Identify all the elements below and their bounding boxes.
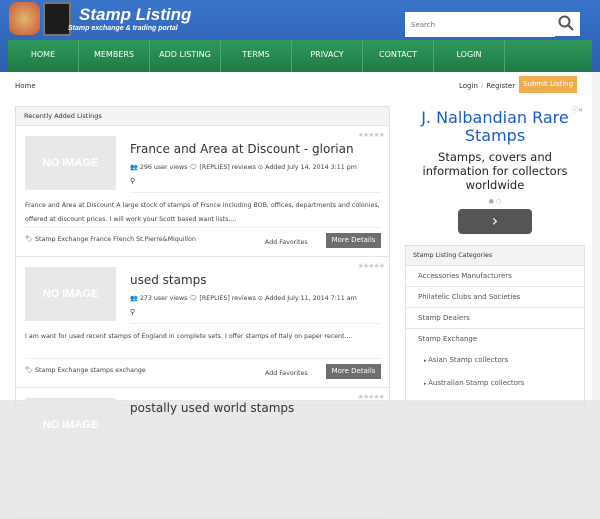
nav-home[interactable]: HOME — [8, 40, 79, 72]
listing-description: France and Area at Discount A large stoc… — [25, 202, 380, 223]
nav-add-listing[interactable]: ADD LISTING — [150, 40, 221, 72]
listing-image[interactable]: NO IMAGE — [25, 398, 116, 452]
listing-title[interactable]: France and Area at Discount - glorian — [130, 142, 354, 156]
nav-privacy[interactable]: PRIVACY — [292, 40, 363, 72]
listing-tags: 🏷 Stamp Exchange France French St.Pierre… — [25, 235, 196, 243]
ad-choices-icon[interactable]: ⓘ✕ — [572, 105, 583, 114]
listing-title[interactable]: used stamps — [130, 273, 207, 287]
tag-icon: 🏷 — [25, 367, 35, 374]
search-icon[interactable] — [558, 15, 574, 31]
tags-text[interactable]: Stamp Exchange stamps exchange — [35, 367, 146, 374]
category-item[interactable]: Stamp Exchange — [406, 329, 584, 350]
nav-members[interactable]: MEMBERS — [79, 40, 150, 72]
search-input[interactable] — [405, 13, 555, 37]
category-item[interactable]: Accessories Manufacturers — [406, 266, 584, 287]
listing-image[interactable]: NO IMAGE — [25, 267, 116, 321]
users-icon: 👥 — [130, 295, 140, 302]
content: Home Login / Register Submit Listing Recen… — [0, 72, 592, 519]
ad-text: Stamps, covers and information for colle… — [422, 150, 568, 192]
listing-tags: 🏷 Stamp Exchange stamps exchange — [25, 366, 146, 374]
carousel-dots[interactable]: ● ○ — [405, 198, 585, 205]
rating-stars: ★★★★★ — [357, 262, 385, 270]
logo-stamps[interactable] — [9, 2, 71, 36]
category-item[interactable]: Philatelic Clubs and Societies — [406, 287, 584, 308]
users-icon: 👥 — [130, 164, 140, 171]
divider — [25, 358, 381, 359]
categories-panel: Stamp Listing Categories Accessories Man… — [405, 245, 585, 405]
add-favorites-link[interactable]: Add Favorites — [265, 370, 308, 377]
advertisement[interactable]: ⓘ✕ J. Nalbandian Rare Stamps Stamps, cov… — [405, 105, 585, 241]
ad-title[interactable]: J. Nalbandian Rare Stamps — [405, 109, 585, 145]
tag-icon: 🏷 — [25, 236, 35, 243]
scrollbar[interactable] — [592, 72, 600, 400]
location-pin-icon: ⚲ — [130, 177, 136, 185]
listing-meta: 👥 273 user views 🗨 [REPLIES] reviews ⊙ A… — [130, 294, 357, 302]
listing-title[interactable]: postally used world stamps — [130, 401, 294, 415]
tags-text[interactable]: Stamp Exchange France French St.Pierre&M… — [35, 236, 196, 243]
listing-meta: 👥 296 user views 🗨 [REPLIES] reviews ⊙ A… — [130, 163, 357, 171]
panel-title: Recently Added Listings — [16, 107, 389, 126]
register-link[interactable]: Register — [486, 82, 515, 90]
site-title[interactable]: Stamp Listing — [79, 5, 191, 25]
categories-title: Stamp Listing Categories — [406, 246, 584, 266]
listing-image[interactable]: NO IMAGE — [25, 136, 116, 190]
listing-description: I am want for used recent stamps of Engl… — [25, 333, 353, 340]
divider — [25, 227, 381, 228]
nav-contact[interactable]: CONTACT — [363, 40, 434, 72]
site-subtitle: Stamp exchange & trading portal — [68, 25, 178, 32]
separator: / — [480, 82, 484, 90]
add-favorites-link[interactable]: Add Favorites — [265, 239, 308, 246]
subcategory-item[interactable]: Asian Stamp collectors — [406, 350, 584, 370]
location-pin-icon: ⚲ — [130, 308, 136, 316]
category-item[interactable]: Stamp Dealers — [406, 308, 584, 329]
rating-stars: ★★★★★ — [357, 131, 385, 139]
listing-item: NO IMAGE ★★★★★ used stamps 👥 273 user vi… — [16, 258, 389, 388]
listing-item: NO IMAGE ★★★★★ France and Area at Discou… — [16, 127, 389, 257]
more-details-button[interactable]: More Details — [326, 364, 381, 379]
login-link[interactable]: Login — [459, 82, 478, 90]
meta-text: 273 user views 🗨 [REPLIES] reviews ⊙ Add… — [139, 295, 357, 302]
meta-text: 296 user views 🗨 [REPLIES] reviews ⊙ Add… — [139, 164, 357, 171]
divider — [130, 323, 381, 324]
auth-links: Login / Register — [459, 82, 515, 90]
recent-listings-panel: Recently Added Listings NO IMAGE ★★★★★ F… — [15, 106, 390, 519]
divider — [130, 192, 381, 193]
nav-login[interactable]: LOGIN — [434, 40, 505, 72]
ad-next-button[interactable]: › — [458, 209, 532, 234]
more-details-button[interactable]: More Details — [326, 233, 381, 248]
search-box — [405, 12, 580, 37]
listing-item: NO IMAGE ★★★★★ postally used world stamp… — [16, 389, 389, 519]
breadcrumb[interactable]: Home — [15, 82, 36, 90]
nav-terms[interactable]: TERMS — [221, 40, 292, 72]
subcategory-item[interactable]: Australian Stamp collectors — [406, 373, 584, 393]
submit-listing-button[interactable]: Submit Listing — [519, 76, 577, 93]
main-nav: HOME MEMBERS ADD LISTING TERMS PRIVACY C… — [8, 40, 592, 72]
